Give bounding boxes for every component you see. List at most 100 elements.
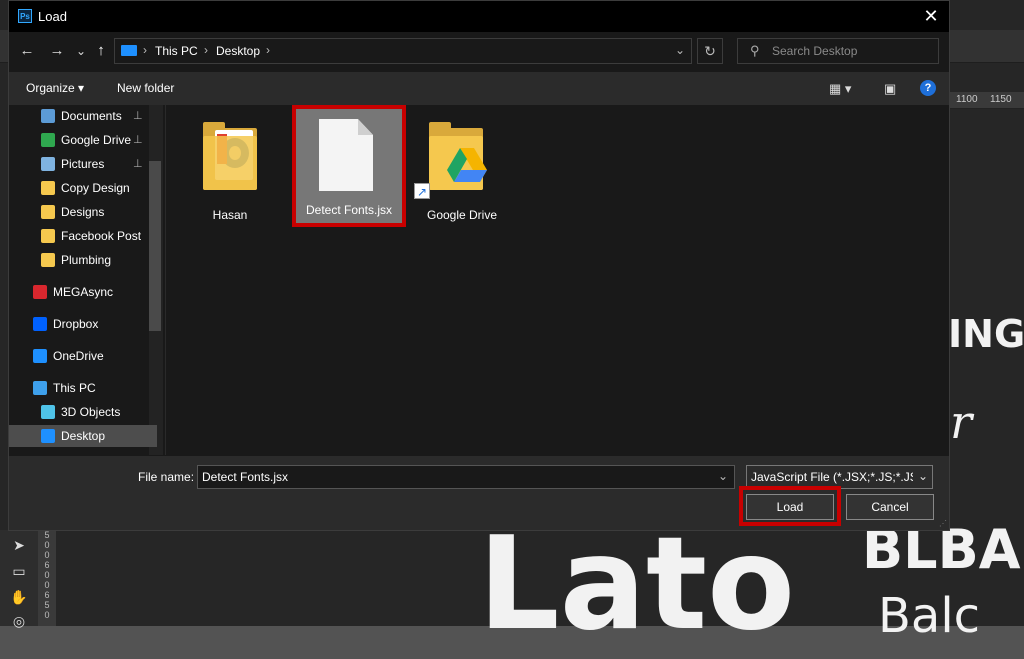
- chevron-down-icon[interactable]: ⌄: [718, 469, 728, 483]
- sidebar-item-label: Google Drive: [61, 133, 132, 147]
- documents-icon: [41, 109, 55, 123]
- file-type-value: JavaScript File (*.JSX;*.JS;*.JSXBI: [751, 470, 913, 484]
- google-drive-folder-icon: [429, 122, 487, 190]
- ruler-tick: 1150: [990, 94, 1012, 105]
- sidebar-item-copy-design[interactable]: Copy Design: [9, 177, 157, 199]
- canvas-text-lato: Lato: [478, 510, 796, 659]
- help-icon[interactable]: ?: [920, 80, 936, 96]
- dialog-footer: File name: Detect Fonts.jsx ⌄ JavaScript…: [9, 456, 949, 530]
- preview-pane-icon[interactable]: ▣: [884, 81, 896, 97]
- file-name: Detect Fonts.jsx: [305, 203, 393, 217]
- 3d-objects-icon: [41, 405, 55, 419]
- file-name-input[interactable]: Detect Fonts.jsx ⌄: [197, 465, 735, 489]
- sidebar-item-designs[interactable]: Designs: [9, 201, 157, 223]
- chevron-right-icon: ›: [204, 43, 208, 57]
- sidebar-item-label: MEGAsync: [53, 285, 114, 299]
- sidebar-item-plumbing[interactable]: Plumbing: [9, 249, 157, 271]
- dialog-title: Load: [38, 9, 67, 24]
- pc-icon: [33, 381, 47, 395]
- file-name-value[interactable]: Detect Fonts.jsx: [202, 470, 288, 484]
- sidebar-item-label: Pictures: [61, 157, 105, 171]
- load-button[interactable]: Load: [746, 494, 834, 520]
- change-view-icon[interactable]: ▦ ▾: [829, 81, 851, 97]
- forward-arrow-icon[interactable]: →: [47, 41, 67, 61]
- sidebar-item-desktop[interactable]: Desktop: [9, 425, 157, 447]
- sidebar-item-google-drive[interactable]: Google Drive ⊥: [9, 129, 157, 151]
- cancel-button[interactable]: Cancel: [846, 494, 934, 520]
- canvas-text: ING: [948, 312, 1024, 356]
- up-arrow-icon[interactable]: ↑: [91, 41, 111, 61]
- file-name: Hasan: [212, 208, 248, 222]
- new-folder-button[interactable]: New folder: [117, 81, 174, 95]
- mega-icon: [33, 285, 47, 299]
- sidebar-item-label: Desktop: [61, 429, 106, 443]
- sidebar-item-label: Documents: [61, 109, 122, 123]
- sidebar-item-label: Dropbox: [53, 317, 99, 331]
- file-item-detect-fonts[interactable]: Detect Fonts.jsx: [292, 105, 406, 227]
- navigation-bar: ← → ⌄ ↑ › This PC › Desktop › ⌄ ↻ ⚲: [9, 32, 949, 72]
- command-bar: Organize ▾ New folder ▦ ▾ ▣ ?: [9, 72, 949, 105]
- breadcrumb-this-pc[interactable]: This PC: [155, 44, 198, 58]
- sidebar-item-label: This PC: [53, 381, 96, 395]
- move-tool-icon[interactable]: ➤: [10, 536, 28, 554]
- folder-icon: [41, 205, 55, 219]
- google-drive-logo-icon: [447, 148, 487, 182]
- breadcrumb-desktop[interactable]: Desktop: [216, 44, 260, 58]
- sidebar-item-megasync[interactable]: MEGAsync: [9, 281, 157, 303]
- resize-grip-icon[interactable]: ⋰: [939, 519, 947, 528]
- zoom-tool-icon[interactable]: ◎: [10, 612, 28, 630]
- pin-icon: ⊥: [133, 134, 143, 146]
- search-icon: ⚲: [750, 43, 760, 58]
- back-arrow-icon[interactable]: ←: [17, 41, 37, 61]
- sidebar-item-pictures[interactable]: Pictures ⊥: [9, 153, 157, 175]
- sidebar-item-label: Plumbing: [61, 253, 112, 267]
- sidebar-item-facebook-post[interactable]: Facebook Post: [9, 225, 157, 247]
- address-bar[interactable]: › This PC › Desktop › ⌄: [114, 38, 692, 64]
- vertical-ruler: 500600650: [38, 530, 56, 626]
- sidebar-item-label: Copy Design: [61, 181, 130, 195]
- sidebar-item-label: Facebook Post: [61, 229, 142, 243]
- hand-tool-icon[interactable]: ✋: [10, 588, 28, 606]
- file-name: Google Drive: [426, 208, 498, 222]
- file-item-hasan[interactable]: Hasan: [178, 110, 282, 224]
- search-box[interactable]: ⚲: [737, 38, 939, 64]
- organize-button[interactable]: Organize ▾: [26, 81, 84, 95]
- recent-locations-chevron-icon[interactable]: ⌄: [71, 41, 91, 61]
- file-item-google-drive[interactable]: ↗ Google Drive: [410, 110, 514, 224]
- sidebar-item-dropbox[interactable]: Dropbox: [9, 313, 157, 335]
- chevron-right-icon: ›: [266, 43, 270, 57]
- photoshop-logo-icon: Ps: [18, 9, 32, 23]
- sidebar-item-documents[interactable]: Documents ⊥: [9, 105, 157, 127]
- chevron-down-icon[interactable]: ⌄: [918, 469, 928, 483]
- load-dialog: Ps Load ✕ ← → ⌄ ↑ › This PC › Desktop › …: [8, 0, 950, 531]
- onedrive-icon: [33, 349, 47, 363]
- pin-icon: ⊥: [133, 110, 143, 122]
- sidebar-item-label: Designs: [61, 205, 105, 219]
- chevron-right-icon: ›: [143, 43, 147, 57]
- chevron-down-icon[interactable]: ⌄: [675, 43, 685, 57]
- ruler-tick: 1100: [956, 94, 978, 105]
- refresh-button[interactable]: ↻: [697, 38, 723, 64]
- canvas-text: r: [950, 395, 972, 449]
- google-drive-icon: [41, 133, 55, 147]
- desktop-icon: [41, 429, 55, 443]
- marquee-tool-icon[interactable]: ▭: [10, 562, 28, 580]
- folder-icon: [41, 229, 55, 243]
- dropbox-icon: [33, 317, 47, 331]
- horizontal-ruler: 1100 1150: [950, 92, 1024, 109]
- sidebar-item-this-pc[interactable]: This PC: [9, 377, 157, 399]
- sidebar-item-label: 3D Objects: [61, 405, 121, 419]
- sidebar-item-onedrive[interactable]: OneDrive: [9, 345, 157, 367]
- folder-icon: [41, 253, 55, 267]
- folder-icon: [203, 122, 257, 190]
- pc-icon: [121, 45, 137, 56]
- folder-icon: [41, 181, 55, 195]
- close-icon[interactable]: ✕: [921, 5, 941, 27]
- navigation-pane: Documents ⊥ Google Drive ⊥ Pictures ⊥ Copy Des…: [9, 105, 166, 455]
- canvas-text: Balc: [878, 588, 981, 644]
- search-input[interactable]: [772, 43, 932, 59]
- dialog-titlebar: Ps Load ✕: [9, 1, 949, 32]
- sidebar-item-3d-objects[interactable]: 3D Objects: [9, 401, 157, 423]
- sidebar-item-label: OneDrive: [53, 349, 104, 363]
- photoshop-toolbar: ➤ ▭ ✋ ◎: [0, 530, 39, 629]
